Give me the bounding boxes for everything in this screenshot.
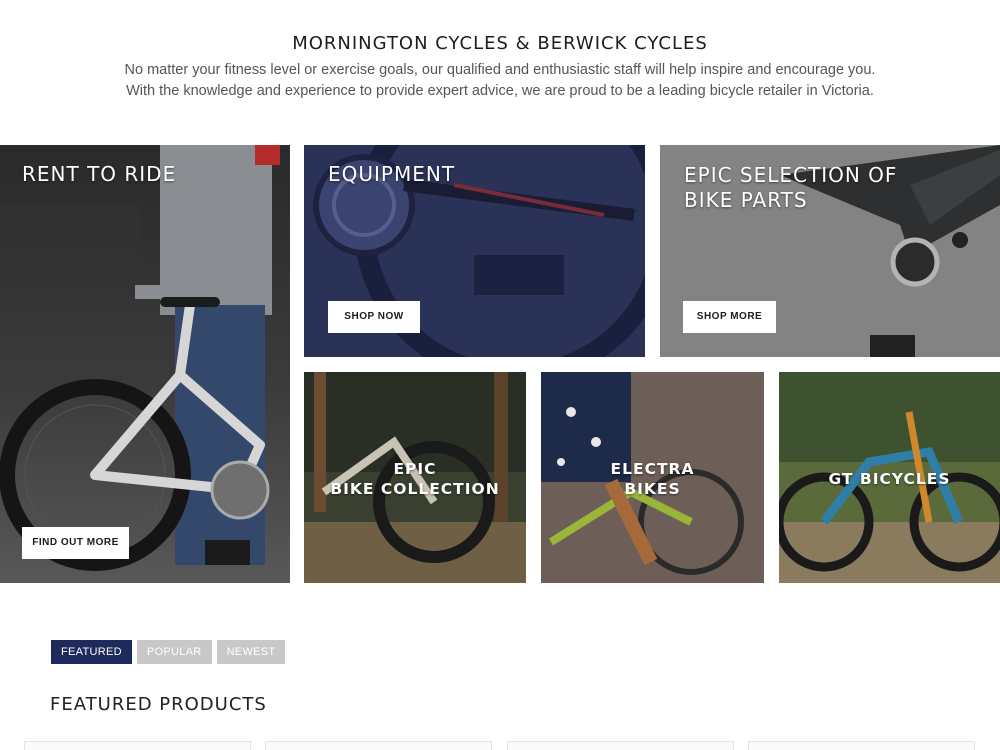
tile-equipment[interactable]: EQUIPMENT SHOP NOW — [304, 145, 645, 357]
tile-rent-to-ride[interactable]: RENT TO RIDE FIND OUT MORE — [0, 145, 290, 583]
tile-title-line-1: EPIC — [393, 460, 437, 478]
find-out-more-button[interactable]: FIND OUT MORE — [22, 527, 129, 559]
rent-bike-image — [0, 145, 290, 583]
tile-title: GT BICYCLES — [828, 470, 951, 488]
product-cards — [24, 741, 976, 750]
product-card[interactable] — [507, 741, 734, 750]
shop-more-button[interactable]: SHOP MORE — [683, 301, 776, 333]
tile-title: RENT TO RIDE — [22, 162, 177, 186]
page-title: MORNINGTON CYCLES & BERWICK CYCLES — [292, 33, 708, 54]
product-tabs: FEATURED POPULAR NEWEST — [51, 640, 286, 664]
tab-popular[interactable]: POPULAR — [136, 640, 212, 664]
tile-title-line-2: BIKE PARTS — [684, 188, 808, 212]
intro-text-line-1: No matter your fitness level or exercise… — [124, 62, 876, 78]
product-card[interactable] — [748, 741, 975, 750]
tile-epic-bike-collection[interactable]: EPIC BIKE COLLECTION — [304, 372, 526, 583]
tile-title: EPIC BIKE COLLECTION — [304, 459, 526, 499]
tile-title-line-1: ELECTRA — [610, 460, 695, 478]
tile-bike-parts[interactable]: EPIC SELECTION OF BIKE PARTS SHOP MORE — [660, 145, 1000, 357]
tile-electra-bikes[interactable]: ELECTRA BIKES — [541, 372, 764, 583]
intro-text-line-2: With the knowledge and experience to pro… — [126, 83, 874, 99]
tile-title: EQUIPMENT — [328, 162, 456, 186]
tile-title: EPIC SELECTION OF BIKE PARTS — [684, 163, 897, 213]
tile-title-line-2: BIKES — [624, 480, 681, 498]
tab-newest[interactable]: NEWEST — [216, 640, 286, 664]
tile-title: ELECTRA BIKES — [541, 459, 764, 499]
tile-title-line-2: BIKE COLLECTION — [330, 480, 500, 498]
shop-now-button[interactable]: SHOP NOW — [328, 301, 420, 333]
tile-title-line-1: EPIC SELECTION OF — [684, 163, 898, 187]
tile-gt-bicycles[interactable]: GT BICYCLES — [779, 372, 1000, 583]
product-card[interactable] — [24, 741, 251, 750]
tab-featured[interactable]: FEATURED — [51, 640, 132, 664]
section-title: FEATURED PRODUCTS — [50, 694, 267, 715]
product-card[interactable] — [265, 741, 492, 750]
